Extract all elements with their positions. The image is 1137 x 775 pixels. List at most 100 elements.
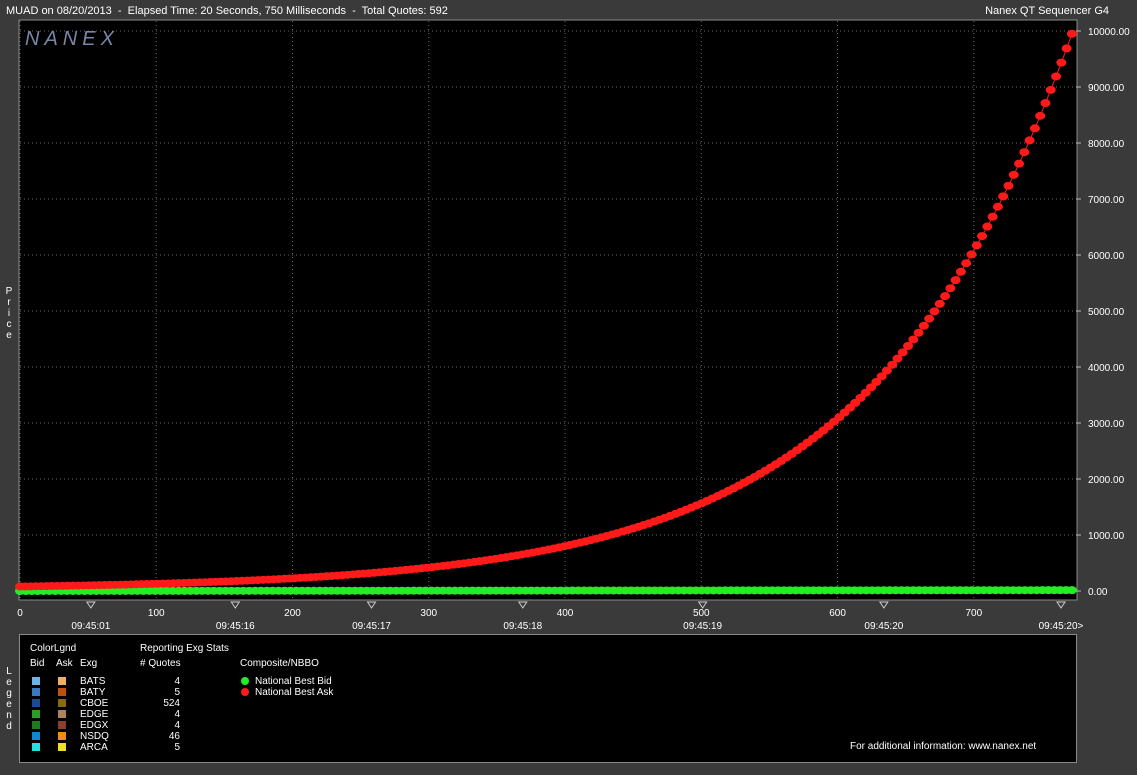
nbbo-label: National Best Bid	[255, 676, 332, 687]
bid-color-swatch	[32, 688, 40, 696]
y-tick-label: 1000.00	[1088, 531, 1125, 542]
exchange-quote-count: 4	[174, 709, 180, 720]
bid-color-swatch	[32, 743, 40, 751]
price-chart: 0.00 1000.00 2000.00 3000.00 4000.00 5000.00 6…	[15, 19, 1130, 632]
exchange-quote-count: 524	[163, 698, 180, 709]
data-point	[977, 232, 988, 241]
exchange-quote-count: 4	[174, 676, 180, 687]
y-tick-label: 9000.00	[1088, 83, 1125, 94]
data-point	[971, 241, 982, 250]
x-tick-label: 600	[829, 608, 846, 619]
nbbo-marker	[241, 677, 249, 685]
data-point	[982, 222, 993, 231]
time-tick-marker	[1056, 601, 1066, 609]
time-tick-label: 09:45:18	[503, 621, 542, 632]
bid-color-swatch	[32, 721, 40, 729]
time-tick-label: 09:45:16	[216, 621, 255, 632]
ask-header: Ask	[56, 658, 73, 669]
ask-color-swatch	[58, 688, 66, 696]
ask-color-swatch	[58, 721, 66, 729]
data-point	[955, 267, 966, 276]
color-legend-title: ColorLgnd	[30, 643, 77, 654]
exchange-name: ARCA	[80, 742, 108, 753]
price-axis-label: Price	[5, 286, 13, 341]
data-point	[950, 276, 961, 285]
time-tick-label: 09:45:01	[71, 621, 110, 632]
bid-color-swatch	[32, 710, 40, 718]
data-point	[913, 328, 924, 337]
data-point	[1035, 111, 1046, 120]
exg-header: Exg	[80, 658, 98, 669]
x-tick-label: 400	[557, 608, 574, 619]
data-point	[966, 250, 977, 259]
legend-panel: ColorLgnd Bid Ask Exg Reporting Exg Stat…	[19, 634, 1077, 763]
legend-side-label: Legend	[6, 666, 12, 732]
data-point	[987, 212, 998, 221]
data-point	[1029, 124, 1040, 133]
exchange-quote-count: 5	[174, 742, 180, 753]
data-point	[903, 342, 914, 351]
data-point	[1061, 44, 1072, 53]
nanex-logo: NANEX	[25, 28, 119, 50]
exchange-quote-count: 5	[174, 687, 180, 698]
data-point	[998, 192, 1009, 201]
footer-info: For additional information: www.nanex.ne…	[850, 741, 1037, 752]
exchange-name: BATY	[80, 687, 106, 698]
y-tick-label: 0.00	[1088, 587, 1108, 598]
ask-color-swatch	[58, 677, 66, 685]
x-tick-label: 0	[17, 608, 23, 619]
bid-header: Bid	[30, 658, 45, 669]
bid-color-swatch	[32, 732, 40, 740]
nbbo-marker	[241, 688, 249, 696]
y-tick-label: 10000.00	[1088, 27, 1130, 38]
y-tick-label: 6000.00	[1088, 251, 1125, 262]
y-tick-label: 8000.00	[1088, 139, 1125, 150]
quotes-header: # Quotes	[140, 658, 181, 669]
data-point	[1056, 58, 1067, 67]
y-tick-label: 7000.00	[1088, 195, 1125, 206]
bid-series	[15, 586, 1077, 595]
x-tick-label: 700	[965, 608, 982, 619]
exchange-name: CBOE	[80, 698, 109, 709]
exchange-name: BATS	[80, 676, 106, 687]
data-point	[1051, 72, 1062, 81]
data-point	[908, 335, 919, 344]
x-tick-label: 200	[284, 608, 301, 619]
exchange-quote-count: 46	[168, 731, 180, 742]
stats-title: Reporting Exg Stats	[140, 643, 229, 654]
data-point	[1045, 85, 1056, 94]
y-tick-label: 3000.00	[1088, 419, 1125, 430]
ask-color-swatch	[58, 699, 66, 707]
data-point	[1008, 170, 1019, 179]
time-tick-label: 09:45:20>	[1039, 621, 1084, 632]
time-tick-marker	[517, 601, 528, 609]
ask-color-swatch	[58, 710, 66, 718]
data-point	[961, 259, 972, 268]
composite-title: Composite/NBBO	[240, 658, 319, 669]
bid-color-swatch	[32, 699, 40, 707]
data-point	[924, 314, 935, 323]
data-point	[1014, 159, 1025, 168]
x-tick-label: 500	[693, 608, 710, 619]
bid-color-swatch	[32, 677, 40, 685]
data-point	[992, 202, 1003, 211]
exchange-name: NSDQ	[80, 731, 109, 742]
data-point	[1066, 586, 1077, 595]
exchange-name: EDGX	[80, 720, 109, 731]
data-point	[1019, 148, 1030, 157]
data-point	[1024, 136, 1035, 145]
x-tick-label: 300	[420, 608, 437, 619]
nbbo-label: National Best Ask	[255, 687, 334, 698]
data-point	[940, 292, 951, 301]
time-tick-marker	[230, 601, 241, 609]
time-tick-label: 09:45:20	[864, 621, 903, 632]
data-point	[1066, 29, 1077, 38]
time-tick-marker	[85, 601, 96, 609]
data-point	[1040, 99, 1051, 108]
plot-area	[18, 19, 1078, 601]
x-tick-label: 100	[148, 608, 165, 619]
data-point	[929, 307, 940, 316]
exchange-name: EDGE	[80, 709, 109, 720]
y-tick-label: 5000.00	[1088, 307, 1125, 318]
ask-color-swatch	[58, 743, 66, 751]
